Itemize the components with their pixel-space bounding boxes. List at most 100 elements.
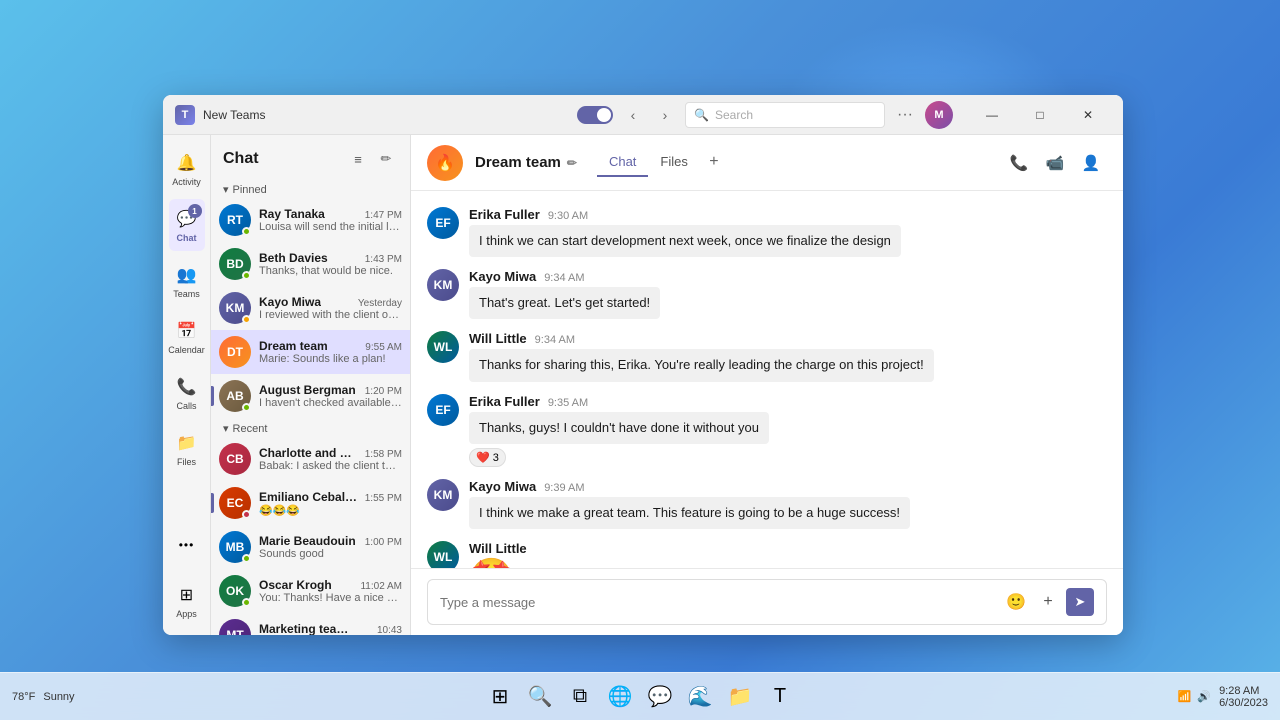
pinned-chevron: ▾ xyxy=(223,183,229,196)
chat-item[interactable]: BD Beth Davies 1:43 PM Thanks, that woul… xyxy=(211,242,410,286)
chat-avatar: DT xyxy=(219,336,251,368)
chat-avatar: AB xyxy=(219,380,251,412)
message-group: EF Erika Fuller 9:35 AM Thanks, guys! I … xyxy=(427,394,1107,467)
start-button[interactable]: ⊞ xyxy=(482,679,518,715)
maximize-button[interactable]: □ xyxy=(1017,101,1063,129)
more-icon: ••• xyxy=(175,533,199,557)
compose-button[interactable]: ✏ xyxy=(374,147,398,171)
chat-item-preview: Marie: Sounds like a plan! xyxy=(259,353,402,365)
audio-call-button[interactable]: 📞 xyxy=(1003,147,1035,179)
msg-content: Kayo Miwa 9:34 AM That's great. Let's ge… xyxy=(469,269,1107,319)
chat-item-info: Ray Tanaka 1:47 PM Louisa will send the … xyxy=(259,207,402,233)
msg-content: Erika Fuller 9:30 AM I think we can star… xyxy=(469,207,1107,257)
close-button[interactable]: ✕ xyxy=(1065,101,1111,129)
chat-item[interactable]: RT Ray Tanaka 1:47 PM Louisa will send t… xyxy=(211,198,410,242)
filter-button[interactable]: ≡ xyxy=(346,147,370,171)
sidebar-item-teams[interactable]: 👥 Teams xyxy=(169,255,205,307)
teams-app[interactable]: T xyxy=(762,679,798,715)
tab-files[interactable]: Files xyxy=(648,148,699,177)
chat-avatar: KM xyxy=(219,292,251,324)
chat-item[interactable]: EC Emiliano Ceballos 1:55 PM 😂😂😂 xyxy=(211,481,410,525)
chat-header-actions: ≡ ✏ xyxy=(346,147,398,171)
weather-desc: Sunny xyxy=(43,691,74,703)
chat-item-info: Oscar Krogh 11:02 AM You: Thanks! Have a… xyxy=(259,578,402,604)
chat-item-name: August Bergman xyxy=(259,383,356,397)
input-actions: 🙂 + ➤ xyxy=(1002,588,1094,616)
chat-avatar: CB xyxy=(219,443,251,475)
app-window: T New Teams ‹ › 🔍 Search ··· M — □ ✕ 🔔 A… xyxy=(163,95,1123,635)
chat-item-info: Marketing team sync 10:43 I think Babak … xyxy=(259,622,402,635)
msg-content: Erika Fuller 9:35 AM Thanks, guys! I cou… xyxy=(469,394,1107,467)
edit-group-name-icon[interactable]: ✏ xyxy=(567,156,577,170)
message-input[interactable] xyxy=(440,595,994,610)
message-input-box: 🙂 + ➤ xyxy=(427,579,1107,625)
message-group: WL Will Little 9:34 AM Thanks for sharin… xyxy=(427,331,1107,381)
chat-item-name: Charlotte and Babak xyxy=(259,446,359,460)
msg-sender: Erika Fuller xyxy=(469,394,540,409)
user-avatar[interactable]: M xyxy=(925,101,953,129)
chat-item-preview: I reviewed with the client on... xyxy=(259,309,402,321)
search-taskbar[interactable]: 🔍 xyxy=(522,679,558,715)
clock: 9:28 AM 6/30/2023 xyxy=(1219,685,1268,709)
video-call-button[interactable]: 📹 xyxy=(1039,147,1071,179)
search-placeholder: Search xyxy=(715,108,753,122)
chat-item-info: Kayo Miwa Yesterday I reviewed with the … xyxy=(259,295,402,321)
chat-main-header: 🔥 Dream team ✏ Chat Files + 📞 📹 👤 xyxy=(411,135,1123,191)
edge-browser[interactable]: 🌊 xyxy=(682,679,718,715)
chat-item-name: Marketing team sync xyxy=(259,622,359,635)
chat-taskbar[interactable]: 💬 xyxy=(642,679,678,715)
roster-button[interactable]: 👤 xyxy=(1075,147,1107,179)
chat-item-preview: Louisa will send the initial list of... xyxy=(259,221,402,233)
recent-section-label: ▾ Recent xyxy=(211,418,410,437)
chat-item-time: 1:47 PM xyxy=(365,210,402,221)
emoji-button[interactable]: 🙂 xyxy=(1002,588,1030,616)
widgets-button[interactable]: 🌐 xyxy=(602,679,638,715)
chat-list: ▾ Pinned RT Ray Tanaka 1:47 PM Louisa wi… xyxy=(211,179,410,635)
sidebar-item-files[interactable]: 📁 Files xyxy=(169,423,205,475)
msg-bubble: I think we can start development next we… xyxy=(469,225,901,257)
activity-label: Activity xyxy=(172,177,201,187)
chat-item[interactable]: MB Marie Beaudouin 1:00 PM Sounds good xyxy=(211,525,410,569)
sidebar-item-calendar[interactable]: 📅 Calendar xyxy=(169,311,205,363)
more-options[interactable]: ··· xyxy=(893,106,917,124)
message-input-area: 🙂 + ➤ xyxy=(411,568,1123,635)
messages-area: EF Erika Fuller 9:30 AM I think we can s… xyxy=(411,191,1123,568)
reaction-badge[interactable]: ❤️ 3 xyxy=(469,448,506,467)
msg-bubble: Thanks, guys! I couldn't have done it wi… xyxy=(469,412,769,444)
tab-chat[interactable]: Chat xyxy=(597,148,648,177)
msg-time: 9:35 AM xyxy=(548,397,588,409)
chat-item[interactable]: DT Dream team 9:55 AM Marie: Sounds like… xyxy=(211,330,410,374)
time: 9:28 AM xyxy=(1219,685,1268,697)
sidebar-item-chat[interactable]: 💬 1 Chat xyxy=(169,199,205,251)
sidebar-item-apps[interactable]: ⊞ Apps xyxy=(169,575,205,627)
theme-toggle[interactable] xyxy=(577,106,613,124)
sidebar-item-activity[interactable]: 🔔 Activity xyxy=(169,143,205,195)
search-box[interactable]: 🔍 Search xyxy=(685,102,885,128)
chat-item[interactable]: AB August Bergman 1:20 PM I haven't chec… xyxy=(211,374,410,418)
msg-time: 9:30 AM xyxy=(548,210,588,222)
nav-forward[interactable]: › xyxy=(653,103,677,127)
network-icon: 📶 xyxy=(1178,690,1192,703)
msg-content: Will Little 9:34 AM Thanks for sharing t… xyxy=(469,331,1107,381)
sidebar-item-more[interactable]: ••• xyxy=(169,519,205,571)
add-tab-button[interactable]: + xyxy=(700,148,728,176)
chat-item-preview: Babak: I asked the client to send... xyxy=(259,460,402,472)
sys-tray: 📶 🔊 xyxy=(1178,690,1211,703)
chat-item-time: 1:20 PM xyxy=(365,386,402,397)
title-bar: T New Teams ‹ › 🔍 Search ··· M — □ ✕ xyxy=(163,95,1123,135)
msg-bubble: That's great. Let's get started! xyxy=(469,287,660,319)
chat-item[interactable]: MT Marketing team sync 10:43 I think Bab… xyxy=(211,613,410,635)
attach-button[interactable]: + xyxy=(1034,588,1062,616)
send-button[interactable]: ➤ xyxy=(1066,588,1094,616)
chat-item[interactable]: CB Charlotte and Babak 1:58 PM Babak: I … xyxy=(211,437,410,481)
msg-sender: Kayo Miwa xyxy=(469,479,536,494)
chat-item-name: Dream team xyxy=(259,339,328,353)
chat-badge: 1 xyxy=(188,204,202,218)
nav-back[interactable]: ‹ xyxy=(621,103,645,127)
file-explorer[interactable]: 📁 xyxy=(722,679,758,715)
taskview-button[interactable]: ⧉ xyxy=(562,679,598,715)
chat-item[interactable]: OK Oscar Krogh 11:02 AM You: Thanks! Hav… xyxy=(211,569,410,613)
chat-item[interactable]: KM Kayo Miwa Yesterday I reviewed with t… xyxy=(211,286,410,330)
sidebar-item-calls[interactable]: 📞 Calls xyxy=(169,367,205,419)
minimize-button[interactable]: — xyxy=(969,101,1015,129)
